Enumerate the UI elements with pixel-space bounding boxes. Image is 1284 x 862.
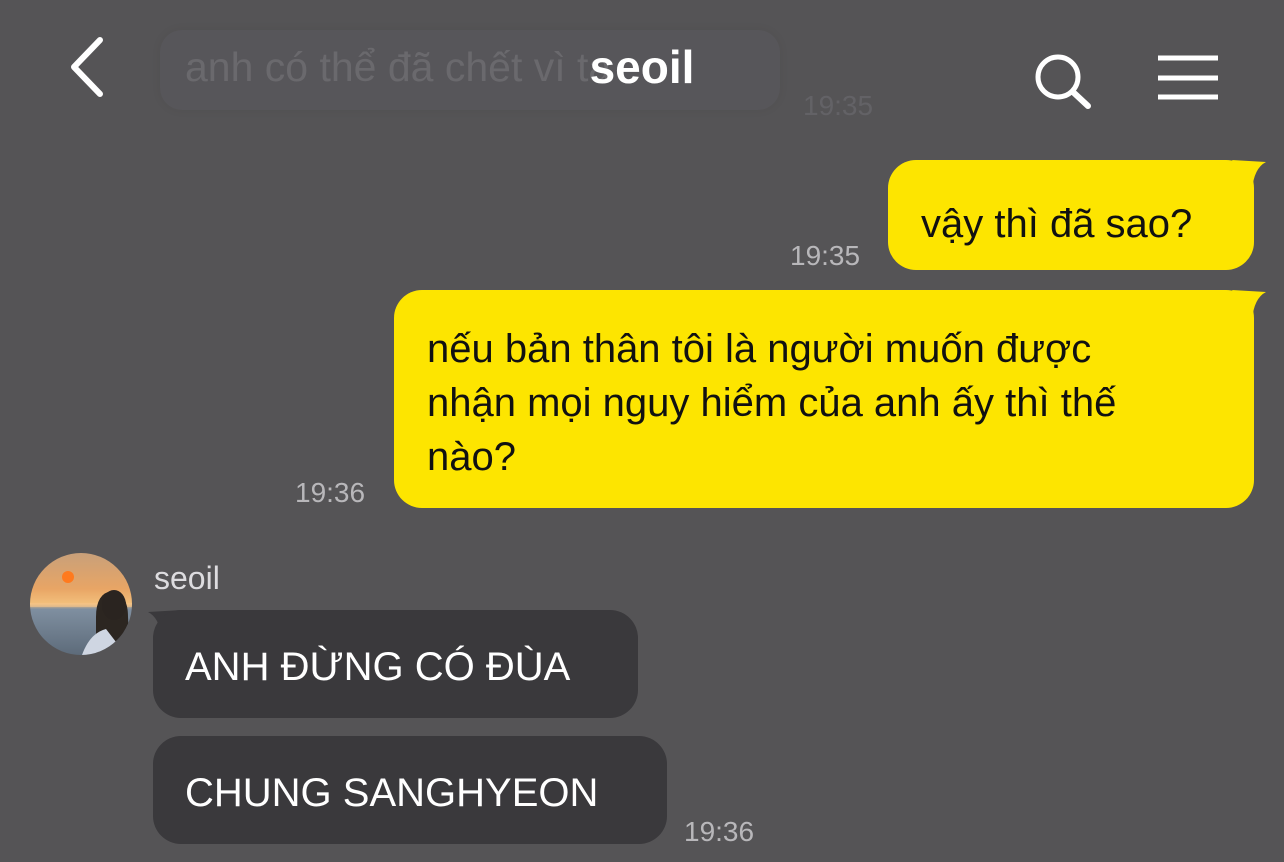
message-text: CHUNG SANGHYEON <box>185 771 599 815</box>
message-text-line: nếu bản thân tôi là người muốn được <box>427 327 1092 371</box>
my-message-bubble[interactable]: vậy thì đã sao? <box>888 160 1254 270</box>
sender-avatar[interactable] <box>30 553 132 655</box>
chat-screen: anh có thể đã chết vì ta 19:35 seoil vậy… <box>0 0 1284 862</box>
their-message-bubble[interactable]: ANH ĐỪNG CÓ ĐÙA <box>153 610 638 718</box>
message-time: 19:36 <box>295 477 366 508</box>
search-icon <box>1035 54 1091 109</box>
sender-name: seoil <box>154 560 220 596</box>
message-text-line: nhận mọi nguy hiểm của anh ấy thì thế <box>427 381 1117 425</box>
scrolled-message-text: anh có thể đã chết vì ta <box>185 44 612 90</box>
avatar-image <box>30 553 132 655</box>
bubble-tail <box>1232 160 1266 190</box>
bubble-tail <box>1232 290 1266 320</box>
chevron-left-icon <box>71 37 103 97</box>
search-button[interactable] <box>1030 48 1098 116</box>
their-message-bubble[interactable]: CHUNG SANGHYEON <box>153 736 667 844</box>
back-button[interactable] <box>58 34 118 100</box>
message-text: vậy thì đã sao? <box>921 202 1193 246</box>
my-message-bubble[interactable]: nếu bản thân tôi là người muốn được nhận… <box>394 290 1254 508</box>
message-text-line: nào? <box>427 435 516 479</box>
message-text: ANH ĐỪNG CÓ ĐÙA <box>185 645 571 689</box>
menu-button[interactable] <box>1152 50 1224 106</box>
scrolled-message-time: 19:35 <box>803 90 874 121</box>
chat-header: anh có thể đã chết vì ta 19:35 seoil <box>0 0 1284 130</box>
message-time: 19:36 <box>684 816 755 847</box>
message-time: 19:35 <box>790 240 861 271</box>
hamburger-menu-icon <box>1158 55 1218 100</box>
chat-title: seoil <box>589 41 695 93</box>
